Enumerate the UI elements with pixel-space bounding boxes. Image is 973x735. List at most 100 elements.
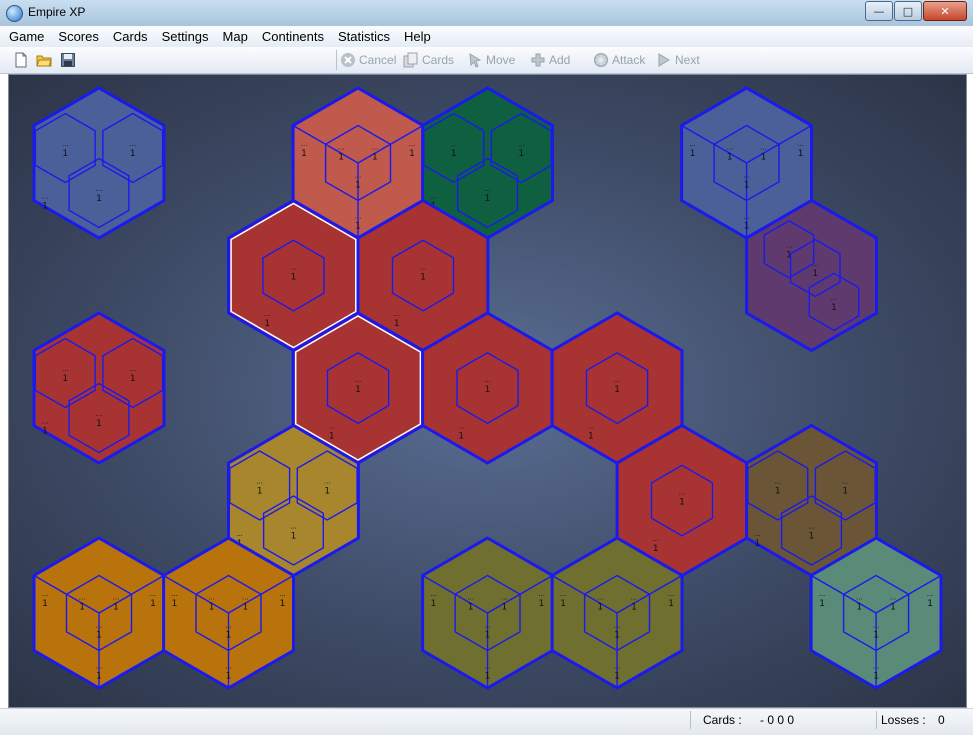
army-count: 1: [485, 631, 491, 641]
next-button[interactable]: Next: [656, 52, 700, 68]
territory-marker: ...: [42, 417, 49, 425]
army-count: 1: [873, 672, 879, 682]
territory-marker: ...: [808, 523, 815, 531]
close-button[interactable]: ✕: [923, 1, 967, 21]
territory-marker: ...: [79, 594, 86, 602]
territory-marker: ...: [264, 310, 271, 318]
territory-marker: ...: [150, 590, 157, 598]
cards-icon: [403, 52, 418, 68]
army-count: 1: [485, 194, 491, 204]
toolbar: Cancel Cards Move Add Attack Next: [0, 47, 973, 74]
army-count: 1: [226, 672, 232, 682]
menu-continents[interactable]: Continents: [255, 29, 331, 44]
army-count: 1: [819, 599, 825, 609]
territory-marker: ...: [96, 622, 103, 630]
menu-map[interactable]: Map: [216, 29, 255, 44]
game-board[interactable]: ... 1... 1... 1... 1... 1... 1... 1... 1... 1... 1…: [8, 74, 967, 708]
army-count: 1: [468, 603, 474, 613]
army-count: 1: [485, 672, 491, 682]
territory-marker: ...: [129, 365, 136, 373]
territory-marker: ...: [62, 140, 69, 148]
minimize-button[interactable]: —: [865, 1, 893, 21]
army-count: 1: [257, 487, 263, 497]
add-button[interactable]: Add: [530, 52, 570, 68]
territory-marker: ...: [668, 590, 675, 598]
territory-marker: ...: [873, 622, 880, 630]
move-button[interactable]: Move: [467, 52, 515, 68]
territory-marker: ...: [774, 478, 781, 486]
territory-marker: ...: [42, 192, 49, 200]
army-count: 1: [755, 539, 761, 549]
territory-marker: ...: [518, 140, 525, 148]
region-orange-1[interactable]: ...1...1...1...1...1...1: [32, 536, 166, 690]
army-count: 1: [243, 603, 249, 613]
region-blue-west[interactable]: ...1...1...1...1: [32, 86, 166, 240]
move-icon: [469, 53, 482, 68]
territory-marker: ...: [743, 213, 750, 221]
army-count: 1: [79, 603, 85, 613]
save-disk-icon[interactable]: [60, 52, 76, 68]
territory-marker: ...: [484, 185, 491, 193]
territory-marker: ...: [279, 590, 286, 598]
menu-settings[interactable]: Settings: [155, 29, 216, 44]
army-count: 1: [62, 149, 68, 159]
army-count: 1: [812, 269, 818, 279]
cancel-label: Cancel: [359, 53, 397, 67]
new-file-icon[interactable]: [13, 52, 29, 68]
menu-statistics[interactable]: Statistics: [331, 29, 397, 44]
cancel-button[interactable]: Cancel: [340, 52, 396, 68]
window-title: Empire XP: [28, 5, 86, 19]
army-count: 1: [264, 319, 270, 329]
menu-help[interactable]: Help: [397, 29, 438, 44]
territory-marker: ...: [225, 622, 232, 630]
region-border[interactable]: [32, 86, 166, 240]
territory-marker: ...: [225, 663, 232, 671]
army-count: 1: [873, 631, 879, 641]
region-border[interactable]: [32, 311, 166, 465]
menu-scores[interactable]: Scores: [51, 29, 105, 44]
territory-marker: ...: [338, 144, 345, 152]
army-count: 1: [539, 599, 545, 609]
board-map[interactable]: ...1...1...1...1...1...1...1...1...1...1…: [9, 75, 966, 707]
territory-marker: ...: [597, 594, 604, 602]
army-count: 1: [113, 603, 119, 613]
army-count: 1: [355, 222, 361, 232]
territory-marker: ...: [450, 140, 457, 148]
losses-status-value: 0: [938, 713, 945, 727]
army-count: 1: [775, 487, 781, 497]
army-count: 1: [798, 149, 804, 159]
territory-marker: ...: [743, 172, 750, 180]
territory-marker: ...: [290, 523, 297, 531]
army-count: 1: [338, 153, 344, 163]
army-count: 1: [831, 303, 837, 313]
cards-label: Cards: [422, 53, 455, 67]
army-count: 1: [172, 599, 178, 609]
army-count: 1: [301, 149, 307, 159]
territory-marker: ...: [171, 590, 178, 598]
territory-marker: ...: [538, 590, 545, 598]
army-count: 1: [761, 153, 767, 163]
army-count: 1: [614, 631, 620, 641]
army-count: 1: [329, 432, 335, 442]
losses-status-label: Losses :: [881, 713, 926, 727]
army-count: 1: [226, 631, 232, 641]
army-count: 1: [727, 153, 733, 163]
open-folder-icon[interactable]: [36, 52, 52, 68]
menu-cards[interactable]: Cards: [106, 29, 155, 44]
territory-marker: ...: [242, 594, 249, 602]
army-count: 1: [42, 599, 48, 609]
territory-marker: ...: [328, 423, 335, 431]
menu-game[interactable]: Game: [0, 29, 51, 44]
maximize-button[interactable]: □: [894, 1, 922, 21]
territory-marker: ...: [420, 264, 427, 272]
territory-marker: ...: [484, 663, 491, 671]
region-olive-1[interactable]: ...1...1...1...1...1...1: [421, 536, 554, 690]
territory-marker: ...: [631, 594, 638, 602]
cards-button[interactable]: Cards: [403, 52, 454, 68]
territory-marker: ...: [409, 140, 416, 148]
army-count: 1: [209, 603, 215, 613]
territory-marker: ...: [614, 376, 621, 384]
attack-button[interactable]: Attack: [593, 52, 645, 68]
territory-marker: ...: [812, 260, 819, 268]
region-red-west[interactable]: ...1...1...1...1: [32, 311, 166, 465]
